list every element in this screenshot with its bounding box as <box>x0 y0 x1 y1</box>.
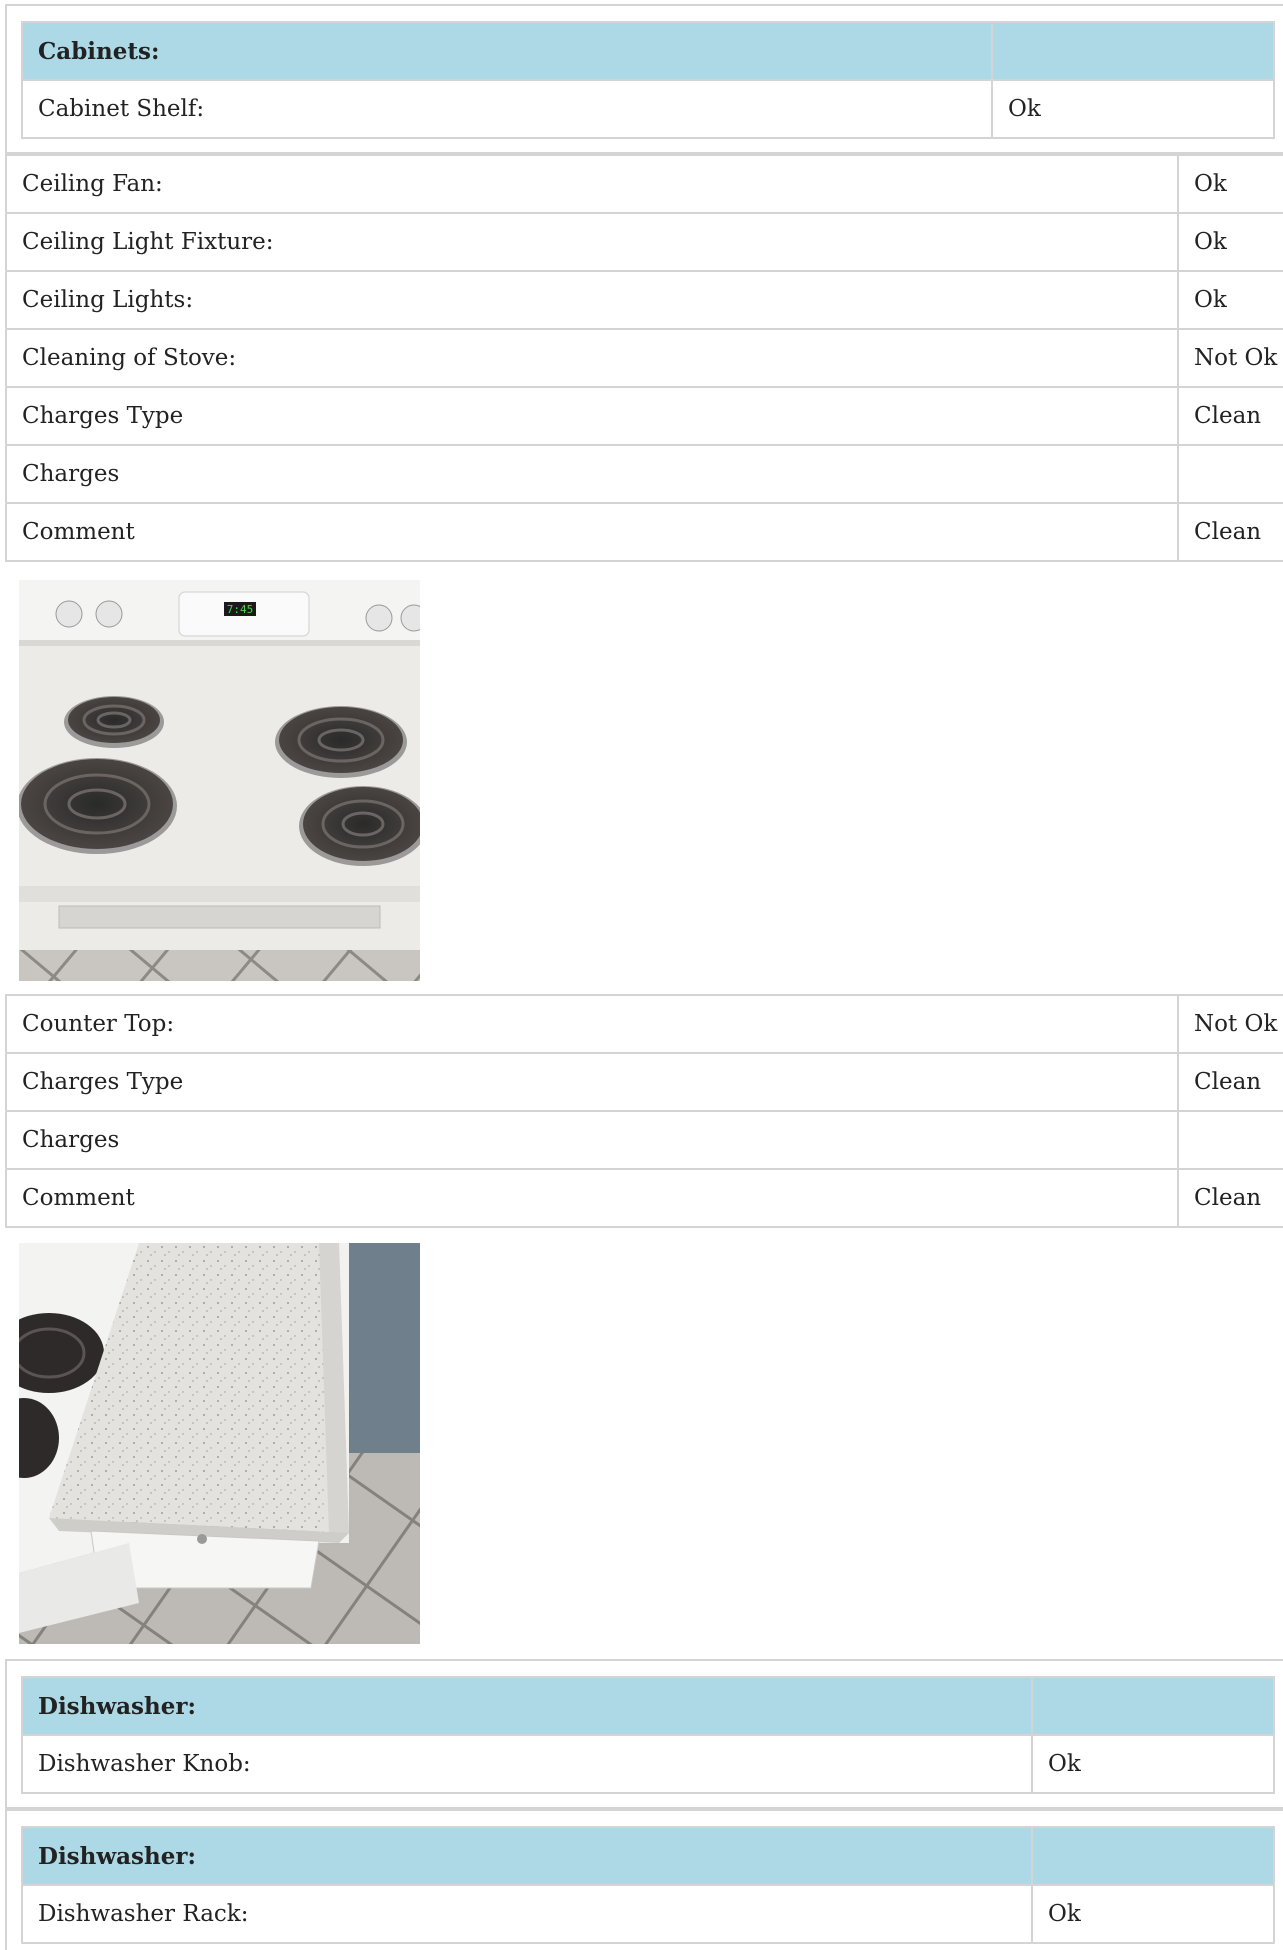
dishwasher-rack-table: Dishwasher: Dishwasher Rack: Ok <box>21 1826 1275 1944</box>
table-row: Counter Top: Not Ok <box>5 994 1283 1054</box>
table-row: Dishwasher Rack: Ok <box>21 1884 1275 1944</box>
dishwasher-knob-section: Dishwasher: Dishwasher Knob: Ok <box>5 1659 1283 1809</box>
section-header: Dishwasher: <box>21 1826 1275 1886</box>
row-label: Dishwasher Rack: <box>21 1884 1033 1944</box>
burner-back-left <box>64 696 164 748</box>
row-label: Charges Type <box>5 1052 1179 1112</box>
section-header-blank <box>991 21 1275 81</box>
row-value: Ok <box>1177 154 1283 214</box>
row-label: Comment <box>5 1168 1179 1228</box>
row-value: Clean <box>1177 1168 1283 1228</box>
dishwasher-knob-table: Dishwasher: Dishwasher Knob: Ok <box>21 1676 1275 1794</box>
row-label: Dishwasher Knob: <box>21 1734 1033 1794</box>
row-label: Ceiling Lights: <box>5 270 1179 330</box>
row-value: Ok <box>1031 1734 1275 1794</box>
row-value <box>1177 444 1283 504</box>
row-label: Charges <box>5 1110 1179 1170</box>
row-value: Clean <box>1177 386 1283 446</box>
counter-top-photo-image <box>19 1243 420 1644</box>
row-label: Cabinet Shelf: <box>21 79 993 139</box>
section-header-blank <box>1031 1826 1275 1886</box>
row-label: Comment <box>5 502 1179 562</box>
row-value: Not Ok <box>1177 328 1283 388</box>
row-label: Charges <box>5 444 1179 504</box>
row-label: Counter Top: <box>5 994 1179 1054</box>
row-value: Not Ok <box>1177 994 1283 1054</box>
table-row: Ceiling Fan: Ok <box>5 154 1283 214</box>
row-value <box>1177 1110 1283 1170</box>
counter-top-inspection-table: Counter Top: Not Ok Charges Type Clean Cha… <box>5 994 1283 1228</box>
table-row: Charges <box>5 444 1283 504</box>
table-row: Charges Type Clean <box>5 1052 1283 1112</box>
section-header-blank <box>1031 1676 1275 1736</box>
section-header: Dishwasher: <box>21 1676 1275 1736</box>
row-label: Ceiling Fan: <box>5 154 1179 214</box>
table-row: Dishwasher Knob: Ok <box>21 1734 1275 1794</box>
stove-photo[interactable]: 7:45 <box>19 580 420 981</box>
row-value: Ok <box>1031 1884 1275 1944</box>
row-label: Cleaning of Stove: <box>5 328 1179 388</box>
table-row: Comment Clean <box>5 1168 1283 1228</box>
section-title: Cabinets: <box>21 21 993 81</box>
row-value: Clean <box>1177 1052 1283 1112</box>
row-value: Clean <box>1177 502 1283 562</box>
section-title: Dishwasher: <box>21 1676 1033 1736</box>
counter-top-photo[interactable] <box>19 1243 420 1644</box>
burner-back-right <box>275 706 407 778</box>
row-value: Ok <box>991 79 1275 139</box>
section-header: Cabinets: <box>21 21 1275 81</box>
dishwasher-rack-section: Dishwasher: Dishwasher Rack: Ok <box>5 1809 1283 1950</box>
table-row: Cabinet Shelf: Ok <box>21 79 1275 139</box>
table-row: Cleaning of Stove: Not Ok <box>5 328 1283 388</box>
table-row: Comment Clean <box>5 502 1283 562</box>
section-title: Dishwasher: <box>21 1826 1033 1886</box>
row-label: Charges Type <box>5 386 1179 446</box>
row-value: Ok <box>1177 212 1283 272</box>
stove-clock-display: 7:45 <box>227 603 254 616</box>
row-value: Ok <box>1177 270 1283 330</box>
table-row: Ceiling Lights: Ok <box>5 270 1283 330</box>
burner-front-left <box>19 758 177 854</box>
stove-photo-image: 7:45 <box>19 580 420 981</box>
table-row: Charges Type Clean <box>5 386 1283 446</box>
cabinets-table: Cabinets: Cabinet Shelf: Ok <box>21 21 1275 139</box>
cabinets-section: Cabinets: Cabinet Shelf: Ok <box>5 4 1283 154</box>
row-label: Ceiling Light Fixture: <box>5 212 1179 272</box>
stove-inspection-table: Ceiling Fan: Ok Ceiling Light Fixture: Ok … <box>5 154 1283 562</box>
table-row: Ceiling Light Fixture: Ok <box>5 212 1283 272</box>
table-row: Charges <box>5 1110 1283 1170</box>
